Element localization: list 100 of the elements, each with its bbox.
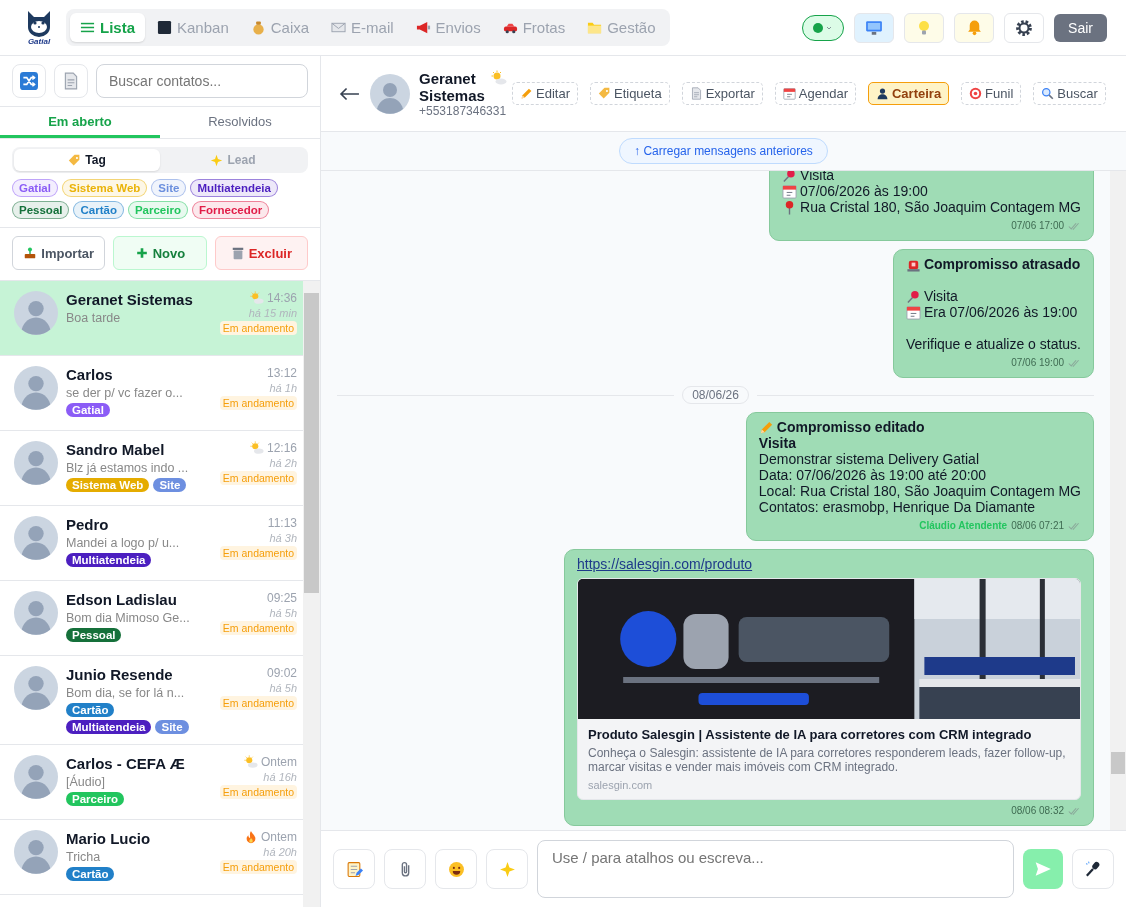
contact-row[interactable]: Edson Ladislau Bom dia Mimoso Ge... Pessoal 09:25 há 5h Em andamento — [0, 581, 303, 656]
contact-name: Carlos — [66, 366, 114, 383]
contact-name: Geranet Sistemas — [66, 291, 194, 308]
contact-tag: Site — [153, 478, 187, 492]
settings-button[interactable] — [1004, 12, 1045, 43]
contact-row[interactable]: Pedro Mandei a logo p/ u... Multiatendeia 11:13 há 3h Em andamento — [0, 506, 303, 581]
logout-button[interactable]: Sair — [1054, 13, 1107, 42]
link-preview[interactable] — [577, 578, 1081, 800]
tag-filter[interactable]: Multiatendeia — [190, 179, 278, 197]
message-text: Verifique e atualize o status. — [905, 336, 1081, 352]
contact-tag: Multiatendeia — [66, 720, 152, 734]
message-text: Visita — [923, 288, 958, 304]
avatar-icon — [14, 366, 58, 410]
pencil-icon — [758, 419, 774, 435]
contact-row[interactable]: Mario Lucio Tricha Cartão Ontem há 20h Em andamento — [0, 820, 303, 895]
search-field[interactable]: Buscar contatos... — [96, 64, 308, 98]
load-more-button[interactable]: ↑ Carregar mensagens anteriores — [619, 138, 828, 164]
contact-name: Mario Lucio — [66, 830, 152, 847]
status-label: Em andamento — [219, 696, 297, 710]
plus-icon — [134, 246, 149, 260]
sender-name: Cláudio Atendente — [919, 519, 1008, 533]
header-action[interactable]: Editar — [512, 82, 578, 105]
time-ago: há 15 min — [248, 307, 297, 319]
bell-icon — [965, 19, 983, 36]
action-button[interactable]: Excluir — [214, 236, 308, 270]
message-text: Rua Cristal 180, São Joaquim Contagem MG — [800, 199, 1081, 215]
status-toggle[interactable] — [802, 14, 845, 41]
contact-time: 13:12 — [266, 366, 297, 380]
nav-tab[interactable]: Lista — [70, 13, 145, 42]
tag-filter[interactable]: Gatial — [12, 179, 58, 197]
document-icon — [62, 72, 80, 90]
contact-time: Ontem — [261, 830, 297, 844]
preview-description: Conheça o Salesgin: assistente de IA para corretores responderem leads, fazer follow-up, marcar visitas e vender mais imóveis com CRM integrado. — [588, 746, 1067, 774]
message-text: Compromisso editado — [776, 419, 925, 435]
contact-row[interactable]: Geranet Sistemas Boa tarde 14:36 há 15 min Em andamento — [0, 281, 303, 356]
phone-number: +553187346331 — [419, 103, 507, 118]
header-action[interactable]: Buscar — [1033, 82, 1106, 105]
monitor-icon — [865, 18, 884, 37]
microphone-icon — [1084, 860, 1102, 878]
scrollbar[interactable] — [1110, 171, 1126, 830]
monitor-button[interactable] — [854, 12, 895, 43]
status-label: Em andamento — [219, 321, 297, 335]
contact-name: Pedro — [66, 516, 110, 533]
list-tab[interactable]: Em aberto — [0, 107, 160, 138]
action-button[interactable]: Importar — [12, 236, 106, 270]
contact-name: Sandro Mabel — [66, 441, 166, 458]
message-input[interactable]: Use / para atalhos ou escreva... — [537, 840, 1014, 898]
logo-text: Gatial — [27, 37, 51, 46]
list-tab[interactable]: Resolvidos — [160, 107, 320, 138]
status-label: Em andamento — [219, 621, 297, 635]
document-button[interactable] — [54, 64, 88, 98]
shuffle-icon — [20, 72, 38, 90]
calendar-icon — [782, 183, 798, 199]
tag-filter[interactable]: Site — [151, 179, 187, 197]
smiley-icon — [447, 860, 465, 878]
contact-tag: Multiatendeia — [66, 553, 152, 567]
status-label: Em andamento — [219, 396, 297, 410]
target-icon — [969, 87, 983, 100]
notes-button[interactable] — [333, 849, 375, 889]
menu-icon — [80, 20, 95, 35]
avatar-icon — [14, 591, 58, 635]
time-ago: há 2h — [269, 457, 297, 469]
message-link[interactable]: https://salesgin.com/produto — [577, 556, 753, 572]
message-preview: Tricha — [66, 849, 102, 865]
header-action[interactable]: Carteira — [867, 82, 950, 105]
message-text: 07/06/2026 às 19:00 — [800, 183, 928, 199]
message-text: Compromisso atrasado — [923, 256, 1081, 272]
attach-button[interactable] — [384, 849, 426, 889]
header-action[interactable]: Agendar — [774, 82, 856, 105]
message-text: Data: 07/06/2026 às 19:00 até 20:00 — [758, 467, 987, 483]
message-time: 07/06 17:00 — [1011, 219, 1064, 233]
date-divider: 08/06/26 — [682, 386, 749, 404]
time-ago: há 5h — [269, 607, 297, 619]
contact-name: Junio Resende — [66, 666, 174, 683]
scrollbar[interactable] — [303, 281, 320, 907]
shuffle-button[interactable] — [12, 64, 46, 98]
tray-icon — [23, 246, 38, 260]
message-text: Demonstrar sistema Delivery Gatial — [758, 451, 979, 467]
contact-time: 09:02 — [266, 666, 297, 680]
emoji-button[interactable] — [435, 849, 477, 889]
contact-tag: Cartão — [66, 867, 115, 881]
trash-icon — [230, 246, 245, 260]
tag-filter[interactable]: Cartão — [73, 201, 124, 219]
sparkle-icon — [210, 153, 224, 167]
header-action[interactable]: Exportar — [681, 82, 763, 105]
tag-filter[interactable]: Fornecedor — [191, 201, 270, 219]
header-action[interactable]: Etiqueta — [589, 82, 670, 105]
header-action[interactable]: Funil — [961, 82, 1022, 105]
message-preview: Bom dia, se for lá n... — [66, 685, 186, 701]
filter-mode-tab[interactable]: Tag — [14, 149, 160, 171]
time-ago: há 5h — [269, 682, 297, 694]
contact-row[interactable]: Carlos - CEFA Æ [Áudio] Parceiro Ontem há 16h Em andamento — [0, 745, 303, 820]
notifications-button[interactable] — [954, 12, 995, 43]
contact-row[interactable]: Sandro Mabel Blz já estamos indo ... Sistema Web Site 12:16 há 2h Em andamento — [0, 431, 303, 506]
contact-row[interactable]: Carlos se der p/ vc fazer o... Gatial 13:12 há 1h Em andamento — [0, 356, 303, 431]
action-button[interactable]: Novo — [113, 236, 207, 270]
status-label: Em andamento — [219, 785, 297, 799]
contact-row[interactable]: Junio Resende Bom dia, se for lá n... Cartão Multiatendeia Site 09:02 há 5h Em andamento — [0, 656, 303, 745]
microphone-button[interactable] — [1072, 849, 1114, 889]
tag-filter[interactable]: Pessoal — [12, 201, 70, 219]
